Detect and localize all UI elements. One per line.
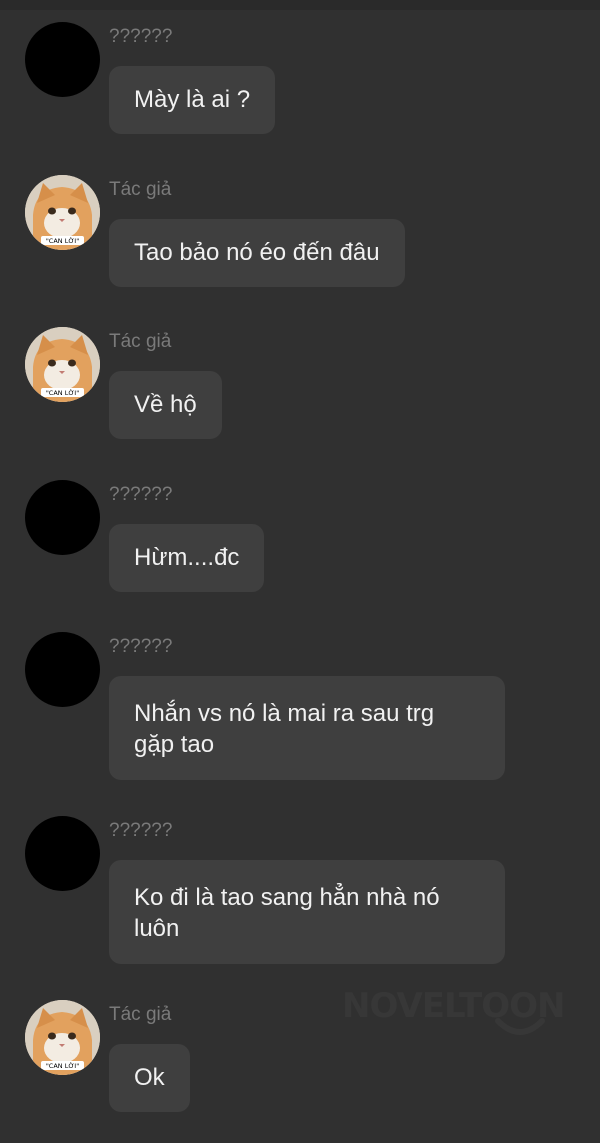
smile-icon [495,1018,545,1035]
sender-name: ?????? [109,26,173,47]
avatar[interactable] [25,480,100,555]
avatar[interactable]: "CAN LỜI" [25,327,100,402]
message-bubble[interactable]: Ok [109,1044,190,1112]
avatar[interactable] [25,632,100,707]
avatar[interactable]: "CAN LỜI" [25,175,100,250]
sender-name: ?????? [109,636,173,657]
avatar[interactable]: "CAN LỜI" [25,1000,100,1075]
message-bubble[interactable]: Về hộ [109,371,222,439]
sender-name: Tác giả [109,331,172,352]
avatar-caption: "CAN LỜI" [46,388,79,397]
message-bubble[interactable]: Mày là ai ? [109,66,276,134]
sender-name: ?????? [109,484,173,505]
avatar[interactable] [25,816,100,891]
cat-avatar-icon: "CAN LỜI" [25,1000,100,1075]
message-bubble[interactable]: Tao bảo nó éo đến đâu [109,219,405,287]
sender-name: Tác giả [109,1004,172,1025]
message-bubble[interactable]: Hừm....đc [109,524,265,592]
cat-avatar-icon: "CAN LỜI" [25,327,100,402]
sender-name: Tác giả [109,179,172,200]
top-bar [0,0,600,10]
avatar[interactable] [25,22,100,97]
message-bubble[interactable]: Nhắn vs nó là mai ra sau trg gặp tao [109,676,505,780]
cat-avatar-icon: "CAN LỜI" [25,175,100,250]
sender-name: ?????? [109,820,173,841]
message-bubble[interactable]: Ko đi là tao sang hẳn nhà nó luôn [109,860,505,964]
chat-screen: ?????? Mày là ai ? "CAN LỜI" Tác giả Tao… [0,0,600,1143]
avatar-caption: "CAN LỜI" [46,1061,79,1070]
avatar-caption: "CAN LỜI" [46,236,79,245]
noveltoon-watermark: NOVELTOON [342,986,572,1046]
